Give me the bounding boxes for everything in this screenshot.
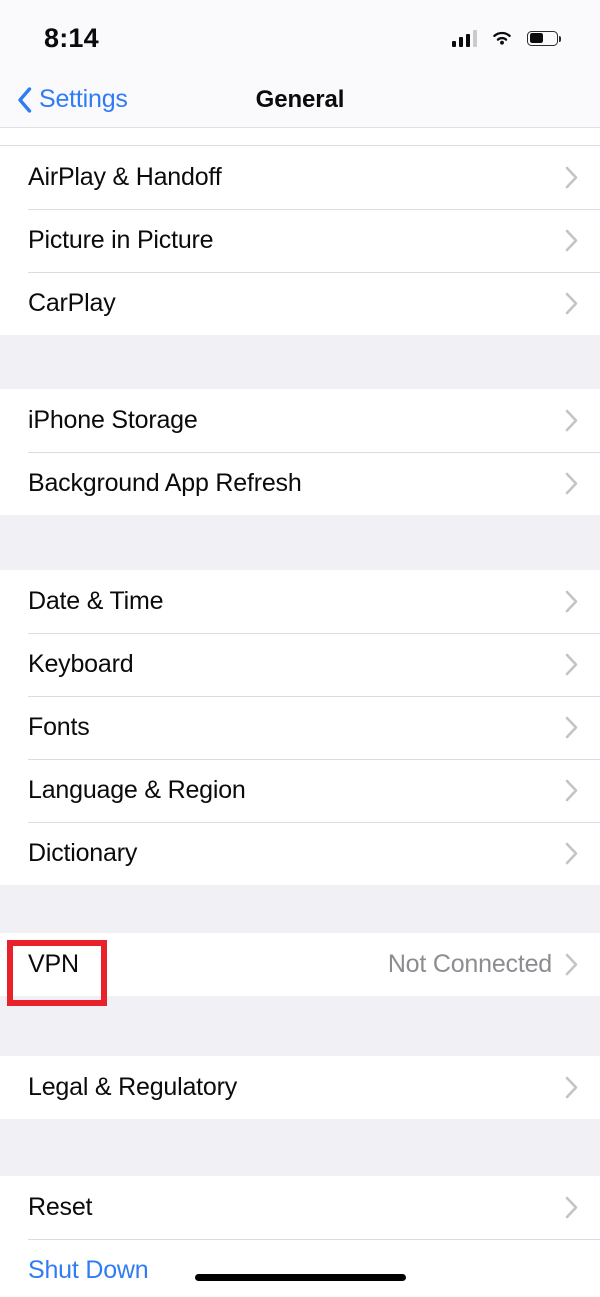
- settings-list[interactable]: AirPlay & Handoff Picture in Picture CarPl…: [0, 128, 600, 1297]
- group-separator: [0, 996, 600, 1056]
- back-button-label: Settings: [39, 85, 128, 113]
- navigation-bar: Settings General: [0, 72, 600, 128]
- chevron-right-icon: [565, 716, 578, 739]
- row-label: Fonts: [28, 713, 90, 741]
- chevron-right-icon: [565, 842, 578, 865]
- localization-group: Date & Time Keyboard Fonts Language & Regio…: [0, 570, 600, 885]
- row-label: CarPlay: [28, 289, 116, 317]
- wifi-icon: [493, 31, 511, 45]
- storage-group: iPhone Storage Background App Refresh: [0, 389, 600, 515]
- row-value: Not Connected: [387, 950, 552, 978]
- settings-row-background-app-refresh[interactable]: Background App Refresh: [0, 452, 600, 515]
- row-label: Keyboard: [28, 650, 134, 678]
- legal-group: Legal & Regulatory: [0, 1056, 600, 1119]
- back-button[interactable]: Settings: [17, 85, 128, 114]
- chevron-right-icon: [565, 1076, 578, 1099]
- settings-row-reset[interactable]: Reset: [0, 1176, 600, 1239]
- settings-row-vpn[interactable]: VPN Not Connected: [0, 933, 600, 996]
- settings-row-picture-in-picture[interactable]: Picture in Picture: [0, 209, 600, 272]
- row-label: Dictionary: [28, 839, 138, 867]
- row-label: Date & Time: [28, 587, 164, 615]
- partial-row-above[interactable]: [0, 128, 600, 146]
- row-label: iPhone Storage: [28, 406, 198, 434]
- status-bar: 8:14: [0, 0, 600, 72]
- settings-row-airplay-handoff[interactable]: AirPlay & Handoff: [0, 146, 600, 209]
- group-separator: [0, 1119, 600, 1176]
- status-bar-time: 8:14: [44, 22, 99, 53]
- row-label: Language & Region: [28, 776, 246, 804]
- row-label: Legal & Regulatory: [28, 1073, 238, 1101]
- row-label: Reset: [28, 1193, 93, 1221]
- chevron-left-icon: [18, 86, 32, 113]
- row-label: Background App Refresh: [28, 469, 302, 497]
- chevron-right-icon: [565, 590, 578, 613]
- chevron-right-icon: [565, 953, 578, 976]
- row-label: AirPlay & Handoff: [28, 163, 222, 191]
- chevron-right-icon: [565, 409, 578, 432]
- cellular-signal-icon: [451, 29, 477, 47]
- chevron-right-icon: [565, 472, 578, 495]
- group-separator: [0, 515, 600, 570]
- settings-row-shut-down[interactable]: Shut Down: [0, 1239, 600, 1297]
- row-label: Picture in Picture: [28, 226, 214, 254]
- row-label: VPN: [28, 950, 79, 978]
- chevron-right-icon: [565, 292, 578, 315]
- chevron-right-icon: [565, 166, 578, 189]
- settings-row-iphone-storage[interactable]: iPhone Storage: [0, 389, 600, 452]
- battery-fill: [529, 33, 543, 43]
- home-indicator: [195, 1274, 406, 1281]
- iphone-screen: 8:14 Settings General AirPlay & Handoff …: [0, 0, 600, 1297]
- settings-row-language-region[interactable]: Language & Region: [0, 759, 600, 822]
- chevron-right-icon: [565, 1196, 578, 1219]
- vpn-group: VPN Not Connected: [0, 933, 600, 996]
- settings-row-keyboard[interactable]: Keyboard: [0, 633, 600, 696]
- group-separator: [0, 885, 600, 933]
- chevron-right-icon: [565, 653, 578, 676]
- chevron-right-icon: [565, 229, 578, 252]
- status-bar-icons: [451, 29, 562, 47]
- settings-row-dictionary[interactable]: Dictionary: [0, 822, 600, 885]
- settings-row-legal-regulatory[interactable]: Legal & Regulatory: [0, 1056, 600, 1119]
- chevron-right-icon: [565, 779, 578, 802]
- battery-icon: [527, 30, 562, 46]
- media-group: AirPlay & Handoff Picture in Picture CarPl…: [0, 146, 600, 335]
- group-separator: [0, 335, 600, 389]
- settings-row-date-time[interactable]: Date & Time: [0, 570, 600, 633]
- settings-row-carplay[interactable]: CarPlay: [0, 272, 600, 335]
- settings-row-fonts[interactable]: Fonts: [0, 696, 600, 759]
